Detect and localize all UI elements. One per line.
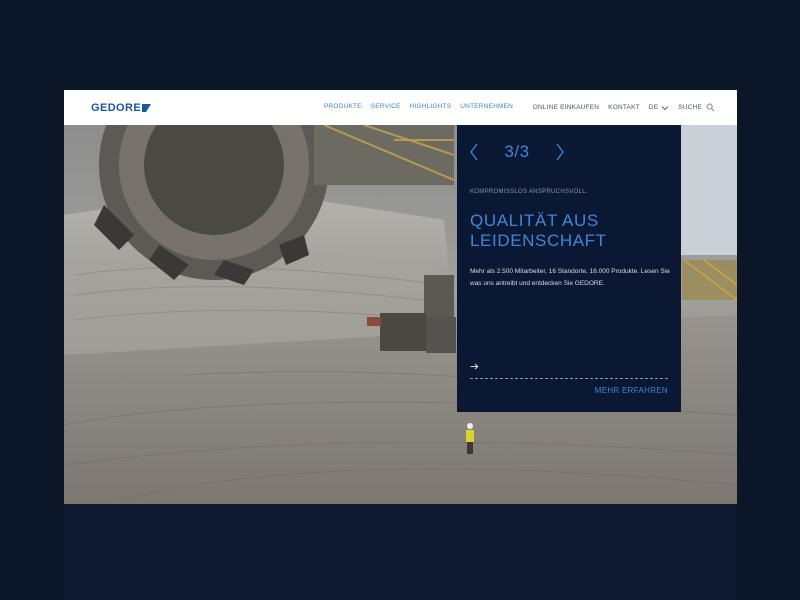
utility-navigation: ONLINE EINKAUFEN KONTAKT DE SUCHE [533,103,715,112]
nav-item-service[interactable]: SERVICE [371,103,401,110]
chevron-right-icon[interactable] [555,143,565,161]
slide-pager: 3/3 [469,141,565,163]
nav-item-unternehmen[interactable]: UNTERNEHMEN [460,103,513,110]
search-icon [706,103,715,112]
site-header: GEDORE PRODUKTE SERVICE HIGHLIGHTS UNTER… [64,90,737,125]
search-button[interactable]: SUCHE [678,103,715,112]
arrow-right-icon[interactable] [470,363,479,372]
logo-flag-icon [142,104,152,112]
main-navigation: PRODUKTE SERVICE HIGHLIGHTS UNTERNEHMEN [324,103,513,110]
nav-item-highlights[interactable]: HIGHLIGHTS [410,103,452,110]
nav-item-produkte[interactable]: PRODUKTE [324,103,362,110]
slide-info-panel: 3/3 KOMPROMISSLOS ANSPRUCHSVOLL. QUALITÄ… [457,125,681,412]
slide-counter: 3/3 [504,142,530,161]
more-button[interactable]: MEHR ERFAHREN [595,386,668,395]
slide-body: Mehr als 2.500 Mitarbeiter, 16 Standorte… [470,268,670,287]
hero-bottom-area [64,504,737,600]
nav-contact[interactable]: KONTAKT [608,104,640,111]
logo-text: GEDORE [91,102,142,114]
slide-kicker: KOMPROMISSLOS ANSPRUCHSVOLL. [470,189,588,195]
nav-online-shop[interactable]: ONLINE EINKAUFEN [533,104,599,111]
gedore-logo[interactable]: GEDORE [91,101,152,115]
page-frame: GEDORE PRODUKTE SERVICE HIGHLIGHTS UNTER… [64,90,737,600]
search-label: SUCHE [678,104,702,111]
chevron-down-icon [661,105,669,110]
language-selector[interactable]: DE [649,104,669,111]
language-label: DE [648,104,659,111]
chevron-left-icon[interactable] [469,143,479,161]
divider [470,378,668,379]
slide-headline: QUALITÄT AUS LEIDENSCHAFT [470,211,607,250]
